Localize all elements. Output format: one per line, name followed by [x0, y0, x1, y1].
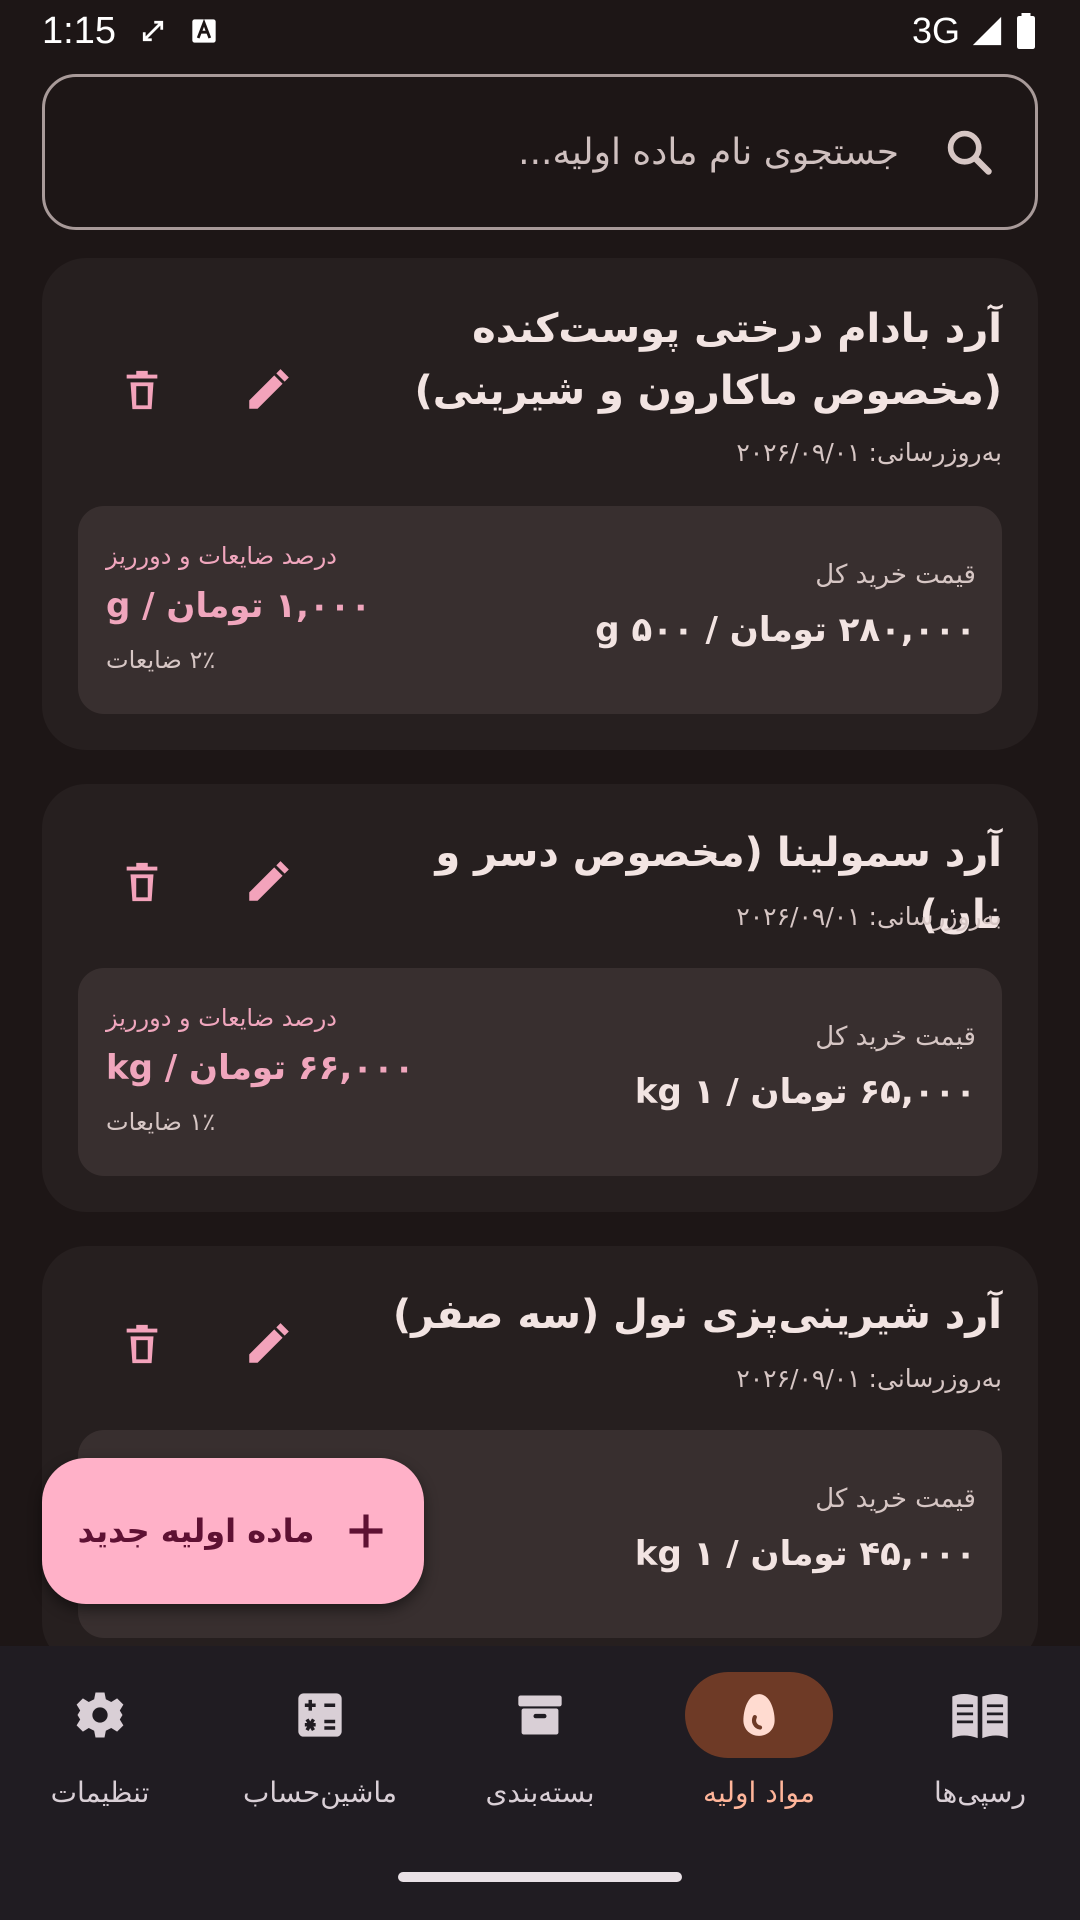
price-label: قیمت خرید کل — [815, 1484, 976, 1514]
add-ingredient-label: ماده اولیه جدید — [77, 1512, 315, 1550]
archive-box-icon — [518, 1695, 562, 1735]
screen-rotate-icon — [138, 16, 168, 46]
waste-percent: ۲٪ ضایعات — [106, 646, 216, 674]
pencil-icon — [249, 369, 289, 409]
status-bar: 1:15 3G — [0, 0, 1080, 62]
nav-item-ingredients[interactable]: مواد اولیه — [651, 1672, 867, 1852]
edit-button[interactable] — [228, 842, 308, 922]
book-icon — [952, 1693, 1008, 1739]
search-placeholder: جستجوی نام ماده اولیه... — [518, 131, 899, 173]
status-left: 1:15 — [42, 10, 218, 53]
waste-label: درصد ضایعات و دورریز — [106, 542, 337, 570]
waste-percent: ۱٪ ضایعات — [106, 1108, 216, 1136]
price-label: قیمت خرید کل — [815, 560, 976, 590]
price-box: قیمت خرید کل ۶۵,۰۰۰ تومان / ۱ kg درصد ضا… — [78, 968, 1002, 1176]
trash-icon — [126, 370, 158, 410]
nav-label: ماشین‌حساب — [243, 1776, 397, 1809]
nav-item-packaging[interactable]: بسته‌بندی — [432, 1672, 648, 1852]
nav-item-recipes[interactable]: رسپی‌ها — [872, 1672, 1080, 1852]
gear-icon — [76, 1692, 124, 1738]
delete-button[interactable] — [102, 1304, 182, 1384]
home-indicator[interactable] — [398, 1872, 682, 1882]
nav-pill-active — [685, 1672, 833, 1758]
waste-value: ۱,۰۰۰ تومان / g — [106, 586, 372, 626]
search-icon — [939, 122, 999, 182]
nav-label: بسته‌بندی — [485, 1776, 595, 1809]
ingredient-card[interactable]: آرد سمولینا (مخصوص دسر و نان) به‌روزرسان… — [42, 784, 1038, 1212]
search-input[interactable]: جستجوی نام ماده اولیه... — [42, 74, 1038, 230]
price-value: ۲۸۰,۰۰۰ تومان / ۵۰۰ g — [595, 610, 976, 650]
nav-pill — [26, 1672, 174, 1758]
delete-button[interactable] — [102, 350, 182, 430]
calculator-icon — [298, 1693, 342, 1737]
nav-label: رسپی‌ها — [933, 1776, 1027, 1809]
nav-item-settings[interactable]: تنظیمات — [0, 1672, 208, 1852]
ingredient-name: آرد شیرینی‌پزی نول (سه صفر) — [392, 1292, 1002, 1338]
plus-icon — [349, 1514, 383, 1548]
nav-pill — [466, 1672, 614, 1758]
status-time: 1:15 — [42, 9, 116, 52]
pencil-icon — [249, 861, 289, 901]
waste-value: ۶۶,۰۰۰ تومان / kg — [106, 1048, 415, 1088]
price-box: قیمت خرید کل ۲۸۰,۰۰۰ تومان / ۵۰۰ g درصد … — [78, 506, 1002, 714]
ingredient-updated: به‌روزرسانی: ۲۰۲۶/۰۹/۰۱ — [736, 1364, 1002, 1393]
ingredient-updated: به‌روزرسانی: ۲۰۲۶/۰۹/۰۱ — [736, 902, 1002, 931]
waste-label: درصد ضایعات و دورریز — [106, 1004, 337, 1032]
price-value: ۴۵,۰۰۰ تومان / ۱ kg — [634, 1534, 976, 1574]
ingredient-name: آرد بادام درختی پوست‌کنده (مخصوص ماکارون… — [414, 306, 1002, 414]
pencil-icon — [249, 1323, 289, 1363]
edit-button[interactable] — [228, 1304, 308, 1384]
add-ingredient-button[interactable]: ماده اولیه جدید — [42, 1458, 424, 1604]
ingredient-updated: به‌روزرسانی: ۲۰۲۶/۰۹/۰۱ — [736, 438, 1002, 467]
status-right: 3G — [912, 10, 1038, 52]
network-type: 3G — [911, 10, 960, 51]
delete-button[interactable] — [102, 842, 182, 922]
trash-icon — [126, 862, 158, 902]
battery-icon — [1014, 13, 1038, 49]
signal-icon — [970, 14, 1004, 48]
nav-item-calculator[interactable]: ماشین‌حساب — [212, 1672, 428, 1852]
nav-pill — [906, 1672, 1054, 1758]
egg-icon — [743, 1694, 775, 1736]
keyboard-a-icon — [190, 17, 218, 45]
ingredient-card[interactable]: آرد بادام درختی پوست‌کنده (مخصوص ماکارون… — [42, 258, 1038, 750]
nav-label: مواد اولیه — [703, 1776, 815, 1809]
price-value: ۶۵,۰۰۰ تومان / ۱ kg — [634, 1072, 976, 1112]
nav-pill — [246, 1672, 394, 1758]
nav-label: تنظیمات — [50, 1776, 150, 1809]
price-label: قیمت خرید کل — [815, 1022, 976, 1052]
edit-button[interactable] — [228, 350, 308, 430]
trash-icon — [126, 1324, 158, 1364]
